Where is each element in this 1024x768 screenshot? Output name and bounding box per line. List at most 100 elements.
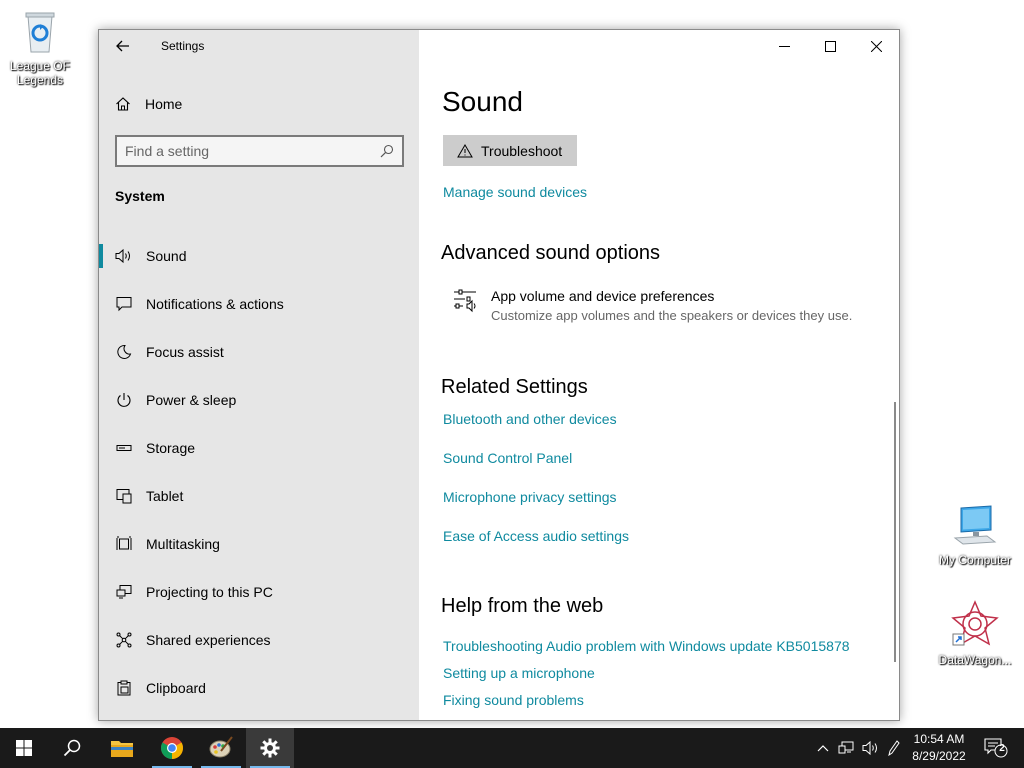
file-explorer-button[interactable]: [98, 728, 146, 768]
shared-icon: [115, 631, 133, 649]
pen-button[interactable]: [884, 728, 904, 768]
maximize-icon: [824, 40, 836, 52]
sidebar-item-tablet[interactable]: Tablet: [99, 472, 419, 520]
desktop-icon-label: League OF Legends: [9, 59, 71, 87]
scrollbar[interactable]: [894, 402, 896, 662]
help-heading: Help from the web: [441, 595, 604, 617]
troubleshoot-button[interactable]: Troubleshoot: [443, 135, 577, 166]
option-description: Customize app volumes and the speakers o…: [491, 308, 853, 323]
ease-of-access-audio-link[interactable]: Ease of Access audio settings: [443, 528, 629, 544]
sidebar-item-label: Multitasking: [146, 536, 220, 552]
sidebar: Settings Home System Sound: [99, 30, 419, 720]
search-icon: [63, 739, 81, 757]
show-hidden-icons-button[interactable]: [813, 728, 833, 768]
minimize-button[interactable]: [761, 30, 807, 62]
page-title: Sound: [442, 86, 523, 117]
sidebar-item-notifications[interactable]: Notifications & actions: [99, 280, 419, 328]
volume-button[interactable]: [860, 728, 882, 768]
sidebar-item-label: Power & sleep: [146, 392, 237, 408]
close-button[interactable]: [853, 30, 899, 62]
back-button[interactable]: [99, 30, 147, 62]
help-link-microphone[interactable]: Setting up a microphone: [443, 665, 595, 681]
sidebar-item-label: Focus assist: [146, 344, 224, 360]
desktop-icon-label: My Computer: [938, 553, 1012, 567]
back-arrow-icon: [116, 40, 129, 52]
option-title: App volume and device preferences: [491, 288, 715, 304]
sidebar-item-label: Clipboard: [146, 680, 206, 696]
sidebar-item-label: Storage: [146, 440, 196, 456]
desktop-icon-recycle-bin[interactable]: League OF Legends: [0, 8, 80, 87]
related-settings-heading: Related Settings: [441, 376, 588, 398]
home-icon: [116, 97, 130, 111]
desktop-icon-datawagon[interactable]: DataWagon...: [935, 600, 1015, 667]
storage-icon: [115, 439, 133, 457]
home-link[interactable]: Home: [115, 92, 182, 116]
main-content: Sound Troubleshoot Manage sound devices …: [419, 30, 899, 720]
sidebar-item-projecting[interactable]: Projecting to this PC: [99, 568, 419, 616]
network-button[interactable]: [836, 728, 856, 768]
chrome-icon: [161, 737, 183, 759]
volume-icon: [862, 741, 877, 755]
sidebar-item-shared-experiences[interactable]: Shared experiences: [99, 616, 419, 664]
bluetooth-devices-link[interactable]: Bluetooth and other devices: [443, 411, 617, 427]
pen-icon: [888, 740, 900, 756]
sidebar-item-clipboard[interactable]: Clipboard: [99, 664, 419, 712]
taskbar-search-button[interactable]: [48, 728, 96, 768]
sidebar-item-label: Projecting to this PC: [146, 584, 273, 600]
app-volume-option[interactable]: App volume and device preferences Custom…: [453, 288, 852, 323]
action-center-button[interactable]: 2: [978, 728, 1014, 768]
clock-time: 10:54 AM: [913, 732, 965, 746]
manage-sound-devices-link[interactable]: Manage sound devices: [443, 184, 587, 200]
minimize-icon: [778, 45, 790, 47]
close-icon: [870, 40, 882, 52]
maximize-button[interactable]: [807, 30, 853, 62]
warning-icon: [457, 143, 473, 157]
section-title: System: [115, 188, 165, 204]
chrome-button[interactable]: [148, 728, 196, 768]
sidebar-item-power-sleep[interactable]: Power & sleep: [99, 376, 419, 424]
search-icon[interactable]: [380, 144, 394, 158]
help-link-fixing-sound[interactable]: Fixing sound problems: [443, 692, 584, 708]
title-bar: Settings: [99, 30, 419, 62]
search-input[interactable]: [125, 143, 380, 159]
desktop-icon-my-computer[interactable]: My Computer: [935, 504, 1015, 567]
advanced-heading: Advanced sound options: [441, 242, 661, 264]
paint-app-button[interactable]: [197, 728, 245, 768]
sidebar-item-label: Tablet: [146, 488, 184, 504]
sidebar-item-multitasking[interactable]: Multitasking: [99, 520, 419, 568]
settings-taskbar-button[interactable]: [246, 728, 294, 768]
notification-count-badge: 2: [999, 743, 1005, 754]
microphone-privacy-link[interactable]: Microphone privacy settings: [443, 489, 617, 505]
power-icon: [115, 391, 133, 409]
start-button[interactable]: [0, 728, 48, 768]
recycle-bin-icon: [0, 8, 80, 57]
folder-icon: [111, 741, 133, 757]
sidebar-item-storage[interactable]: Storage: [99, 424, 419, 472]
settings-window: Settings Home System Sound: [98, 29, 900, 721]
sidebar-item-label: Shared experiences: [146, 632, 271, 648]
moon-icon: [115, 343, 133, 361]
app-title: Settings: [161, 39, 205, 53]
windows-logo-icon: [16, 740, 32, 756]
gear-icon: [260, 738, 280, 758]
clock[interactable]: 10:54 AM 8/29/2022: [906, 731, 972, 765]
palette-icon: [209, 736, 233, 758]
home-label: Home: [145, 96, 183, 112]
multitasking-icon: [115, 535, 133, 553]
computer-icon: [935, 504, 1015, 551]
search-box[interactable]: [115, 135, 404, 167]
chevron-up-icon: [817, 745, 829, 752]
sound-control-panel-link[interactable]: Sound Control Panel: [443, 450, 572, 466]
help-link-troubleshooting-audio[interactable]: Troubleshooting Audio problem with Windo…: [443, 638, 850, 654]
network-icon: [838, 741, 854, 754]
sidebar-item-label: Notifications & actions: [146, 296, 284, 312]
sidebar-item-sound[interactable]: Sound: [99, 232, 419, 280]
projecting-icon: [115, 583, 133, 601]
mixer-icon: [454, 289, 476, 313]
sidebar-item-focus-assist[interactable]: Focus assist: [99, 328, 419, 376]
desktop-icon-label: DataWagon...: [938, 653, 1012, 667]
tablet-icon: [115, 487, 133, 505]
sidebar-nav: Sound Notifications & actions Focus assi…: [99, 232, 419, 712]
notification-icon: [115, 295, 133, 313]
speaker-icon: [115, 247, 133, 265]
